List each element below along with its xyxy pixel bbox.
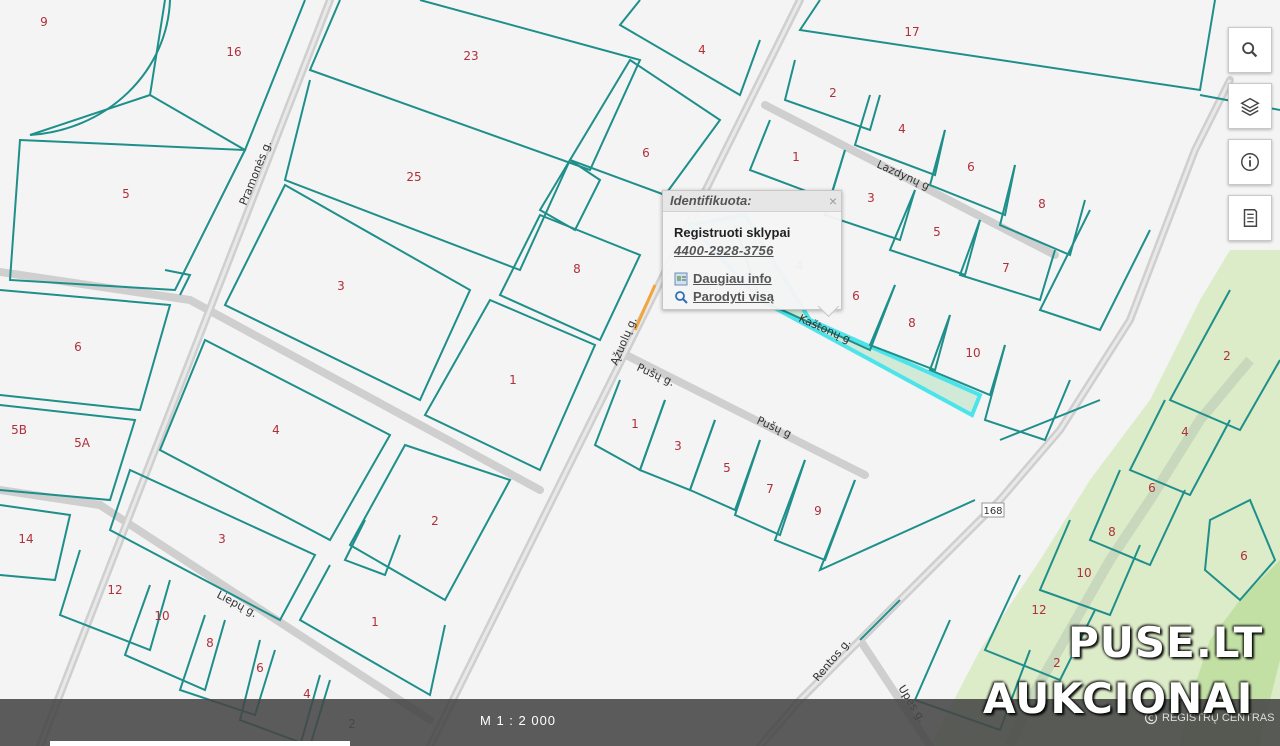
parcel-label: 6 [256,661,264,675]
parcel-label: 3 [674,439,682,453]
scale-label: M 1 : 2 000 [480,713,557,728]
watermark-line-1: PUSE.LT [1068,618,1264,667]
parcel-label: 4 [898,122,906,136]
parcel-label: 6 [74,340,82,354]
parcel-label: 2 [1053,656,1061,670]
legend-button[interactable] [1228,195,1272,241]
parcel-label: 16 [226,45,241,59]
parcel-label: 8 [908,316,916,330]
parcel-label: 5B [11,423,27,437]
parcel-label: 23 [463,49,478,63]
parcel-label: 10 [154,609,169,623]
parcel-label: 7 [766,482,774,496]
identify-popup: Identifikuota: × Registruoti sklypai 440… [662,190,842,318]
parcel-label: 10 [1076,566,1091,580]
info-button[interactable] [1228,139,1272,185]
parcel-label: 1 [792,150,800,164]
info-icon [1241,153,1259,171]
parcel-label: 2 [829,86,837,100]
parcel-label: 3 [867,191,875,205]
parcel-label: 6 [1240,549,1248,563]
show-all-link[interactable]: Parodyti visą [674,289,774,304]
parcel-label: 1 [371,615,379,629]
parcel-label: 4 [272,423,280,437]
parcel-label: 7 [1002,261,1010,275]
layers-button[interactable] [1228,83,1272,129]
svg-text:168: 168 [983,506,1002,517]
search-button[interactable] [1228,27,1272,73]
parcel-label: 8 [1038,197,1046,211]
parcel-label: 6 [967,160,975,174]
parcel-label: 6 [642,146,650,160]
parcel-label: 5 [723,461,731,475]
parcel-label: 3 [218,532,226,546]
more-info-label: Daugiau info [693,271,772,286]
parcel-label: 14 [18,532,33,546]
show-all-label: Parodyti visą [693,289,774,304]
parcel-label: 3 [337,279,345,293]
parcel-label: 2 [1223,349,1231,363]
parcel-label: 6 [852,289,860,303]
close-icon[interactable]: × [829,193,837,209]
parcel-id-link[interactable]: 4400-2928-3756 [674,243,774,258]
parcel-label: 4 [1181,425,1189,439]
document-icon [1243,209,1258,227]
parcel-label: 12 [107,583,122,597]
parcel-label: 9 [814,504,822,518]
parcel-label: 2 [431,514,439,528]
parcel-label: 5 [122,187,130,201]
layers-icon [1240,97,1260,117]
parcel-label: 8 [573,262,581,276]
parcel-label: 10 [965,346,980,360]
parcel-label: 1 [509,373,517,387]
popup-title: Identifikuota: [663,191,841,212]
zoom-icon [675,290,688,304]
parcel-label: 5A [74,436,91,450]
parcel-label: 12 [1031,603,1046,617]
parcel-label: 4 [698,43,706,57]
parcel-label: 8 [206,636,214,650]
info-card-icon [674,272,688,285]
search-icon [1242,42,1258,58]
parcel-label: 25 [406,170,421,184]
parcel-label: 6 [1148,481,1156,495]
parcel-label: 9 [40,15,48,29]
watermark-line-2: AUKCIONAI [983,674,1254,723]
parcel-label: 5 [933,225,941,239]
road-number-badge: 168 [981,502,1005,518]
parcel-label: 8 [1108,525,1116,539]
video-progress-bar [50,741,350,746]
parcel-label: 1 [631,417,639,431]
parcel-label: 17 [904,25,919,39]
more-info-link[interactable]: Daugiau info [674,271,772,286]
popup-section-title: Registruoti sklypai [674,225,791,240]
